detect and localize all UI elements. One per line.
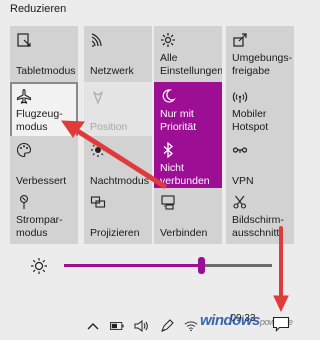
tile-label: Flugzeug- modus [16,108,63,133]
tile-label: Umgebungs- freigabe [232,52,293,77]
connect-icon [160,194,176,210]
tile-label: Strompar- modus [16,214,63,239]
tile-label: Verbinden [160,226,208,239]
bluetooth-icon [160,142,176,158]
share-icon [232,32,248,48]
snip-icon [232,194,248,210]
location-icon [90,88,106,104]
collapse-link[interactable]: Reduzieren [10,3,66,15]
airplane-icon [16,88,32,104]
tile-stromsparmodus[interactable]: Strompar- modus [10,188,78,244]
tile-mobiler-hotspot[interactable]: Mobiler Hotspot [226,82,294,138]
tile-umgebungsfreigabe[interactable]: Umgebungs- freigabe [226,26,294,82]
network-icon [90,32,106,48]
tile-label: Nur mit Priorität [160,108,197,133]
tile-alle-einstellungen[interactable]: Alle Einstellungen [154,26,222,82]
action-center-icon[interactable] [272,316,290,332]
brightness-fill [64,264,202,267]
tile-label: Nicht verbunden [160,162,210,187]
tablet-mode-icon [16,32,32,48]
tile-label: Nachtmodus [90,174,149,187]
tile-label: Alle Einstellungen [160,52,222,77]
tile-netzwerk[interactable]: Netzwerk [84,26,152,82]
brightness-thumb[interactable] [197,257,205,274]
night-light-icon [90,142,106,158]
gear-icon [160,32,176,48]
tile-label: Position [90,120,128,133]
tile-projizieren[interactable]: Projizieren [84,188,152,244]
tile-label: Tabletmodus [16,64,76,77]
moon-icon [160,88,176,104]
brightness-track[interactable] [64,257,272,274]
tile-label: VPN [232,174,254,187]
pen-icon[interactable] [160,319,174,333]
brightness-icon [30,257,48,275]
tile-tabletmodus[interactable]: Tabletmodus [10,26,78,82]
tile-label: Bildschirm- ausschnitt [232,214,284,239]
tile-position[interactable]: Position [84,82,152,138]
vpn-icon [232,142,248,158]
watermark-brand: windows [200,312,260,329]
tile-verbinden[interactable]: Verbinden [154,188,222,244]
tile-vpn[interactable]: VPN [226,136,294,192]
volume-icon[interactable] [134,319,148,333]
hotspot-icon [232,88,248,104]
battery-icon[interactable] [110,319,124,333]
tile-verbessert[interactable]: Verbessert [10,136,78,192]
tile-label: Projizieren [90,226,140,239]
battery-saver-icon [16,194,32,210]
tile-label: Mobiler Hotspot [232,108,269,133]
project-icon [90,194,106,210]
tile-nur-mit-prioritaet[interactable]: Nur mit Priorität [154,82,222,138]
tile-nachtmodus[interactable]: Nachtmodus [84,136,152,192]
tile-flugzeugmodus[interactable]: Flugzeug- modus [10,82,78,138]
chevron-up-icon[interactable] [86,319,100,333]
tile-bluetooth[interactable]: Nicht verbunden [154,136,222,192]
palette-icon [16,142,32,158]
tile-label: Verbessert [16,174,67,187]
tile-bildschirmausschnitt[interactable]: Bildschirm- ausschnitt [226,188,294,244]
tile-label: Netzwerk [90,64,134,77]
brightness-slider[interactable] [30,255,280,277]
wifi-icon[interactable] [184,319,198,333]
